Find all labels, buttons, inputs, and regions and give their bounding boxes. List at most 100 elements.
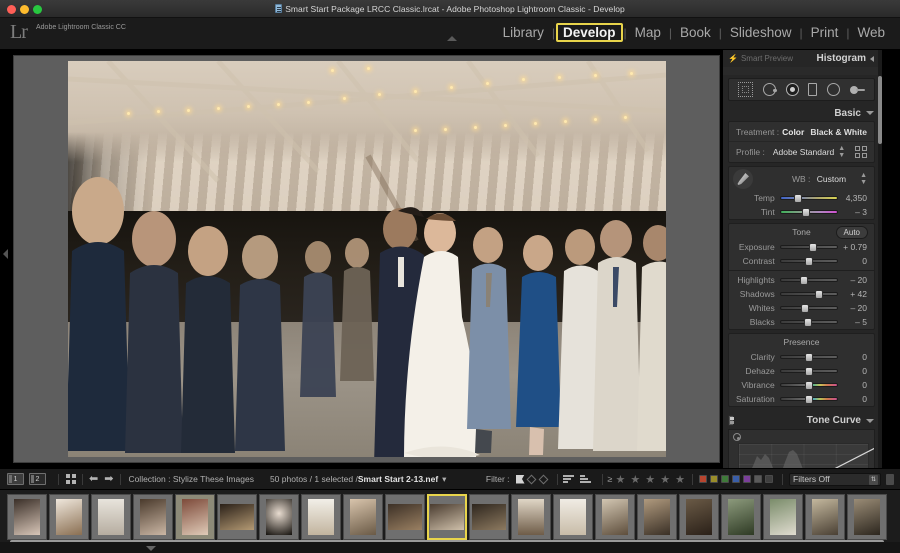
list-item[interactable] xyxy=(511,494,551,540)
color-label-yellow[interactable] xyxy=(710,475,718,483)
graduated-filter-icon[interactable] xyxy=(808,83,818,96)
color-label-blue[interactable] xyxy=(732,475,740,483)
collapse-left-icon[interactable] xyxy=(870,55,874,62)
module-picker[interactable]: Library | Develop | Map | Book | Slidesh… xyxy=(496,23,892,42)
contrast-knob[interactable] xyxy=(804,257,813,266)
module-slideshow[interactable]: Slideshow xyxy=(723,23,799,42)
develop-tool-strip[interactable] xyxy=(728,78,875,101)
tint-knob[interactable] xyxy=(802,208,811,217)
histogram-graph[interactable] xyxy=(723,67,880,75)
flag-picked-icon[interactable] xyxy=(515,474,525,484)
slider-clarity[interactable]: Clarity 0 xyxy=(729,350,874,364)
list-item[interactable] xyxy=(805,494,845,540)
tint-track[interactable] xyxy=(779,208,838,217)
vibrance-track[interactable] xyxy=(779,381,838,390)
list-item[interactable] xyxy=(847,494,887,540)
list-item[interactable] xyxy=(49,494,89,540)
module-print[interactable]: Print xyxy=(804,23,846,42)
module-book[interactable]: Book xyxy=(673,23,718,42)
scrollbar-thumb[interactable] xyxy=(878,76,882,144)
chevron-down-icon[interactable] xyxy=(866,418,874,423)
white-balance-row[interactable]: WB : Custom ▲ ▼ xyxy=(729,167,874,191)
slider-saturation[interactable]: Saturation 0 xyxy=(729,392,874,406)
grid-view-icon[interactable] xyxy=(66,474,76,484)
slider-blacks[interactable]: Blacks – 5 xyxy=(729,315,874,329)
radial-filter-icon[interactable] xyxy=(827,83,841,96)
rating-stars[interactable]: ★ ★ ★ ★ ★ xyxy=(615,473,686,486)
color-label-none[interactable] xyxy=(754,475,762,483)
whites-track[interactable] xyxy=(779,304,838,313)
wb-value[interactable]: Custom xyxy=(817,174,846,184)
profile-value[interactable]: Adobe Standard xyxy=(773,147,834,157)
left-panel-collapsed[interactable] xyxy=(0,50,12,468)
treatment-bw-option[interactable]: Black & White xyxy=(810,127,867,137)
previous-photo-icon[interactable]: ⬅ xyxy=(89,473,98,485)
module-map[interactable]: Map xyxy=(628,23,668,42)
exposure-knob[interactable] xyxy=(809,243,818,252)
list-item[interactable] xyxy=(385,494,425,540)
source-label[interactable]: Collection : Stylize These Images xyxy=(128,474,254,484)
whites-knob[interactable] xyxy=(801,304,810,313)
tone-curve-plot[interactable] xyxy=(738,443,874,468)
contrast-track[interactable] xyxy=(779,257,838,266)
blacks-knob[interactable] xyxy=(803,318,812,327)
left-panel-expand-icon[interactable] xyxy=(3,249,8,259)
spot-removal-icon[interactable] xyxy=(762,83,777,96)
color-label-custom[interactable] xyxy=(765,475,773,483)
list-item[interactable] xyxy=(343,494,383,540)
filename-dropdown-icon[interactable]: ▾ xyxy=(442,474,446,485)
highlights-knob[interactable] xyxy=(800,276,809,285)
wb-stepper-icon[interactable]: ▲ ▼ xyxy=(860,172,867,186)
eyedropper-icon[interactable] xyxy=(733,169,753,189)
dehaze-track[interactable] xyxy=(779,367,838,376)
list-item[interactable] xyxy=(637,494,677,540)
slider-highlights[interactable]: Highlights – 20 xyxy=(729,273,874,287)
saturation-knob[interactable] xyxy=(804,395,813,404)
list-item[interactable] xyxy=(553,494,593,540)
module-develop[interactable]: Develop xyxy=(555,23,623,42)
slider-contrast[interactable]: Contrast 0 xyxy=(729,254,874,268)
temp-knob[interactable] xyxy=(793,194,802,203)
slider-shadows[interactable]: Shadows + 42 xyxy=(729,287,874,301)
next-photo-icon[interactable]: ➡ xyxy=(104,473,113,485)
sort-descending-icon[interactable] xyxy=(579,474,591,484)
slider-temp[interactable]: Temp 4,350 xyxy=(729,191,874,205)
tone-curve-switch-icon[interactable] xyxy=(728,415,734,426)
histogram-header[interactable]: ⚡ Smart Preview Histogram xyxy=(723,50,880,67)
slider-whites[interactable]: Whites – 20 xyxy=(729,301,874,315)
list-item[interactable] xyxy=(217,494,257,540)
temp-track[interactable] xyxy=(779,194,838,203)
list-item[interactable] xyxy=(301,494,341,540)
slider-dehaze[interactable]: Dehaze 0 xyxy=(729,364,874,378)
color-label-green[interactable] xyxy=(721,475,729,483)
highlights-track[interactable] xyxy=(779,276,838,285)
loupe-photo[interactable] xyxy=(67,61,666,457)
targeted-adjustment-icon[interactable] xyxy=(733,433,741,441)
compare-view-button[interactable]: 2 xyxy=(29,473,46,485)
list-item[interactable] xyxy=(133,494,173,540)
loupe-view-button[interactable]: 1 xyxy=(7,473,24,485)
dehaze-knob[interactable] xyxy=(804,367,813,376)
clarity-knob[interactable] xyxy=(804,353,813,362)
exposure-track[interactable] xyxy=(779,243,838,252)
sort-ascending-icon[interactable] xyxy=(562,474,574,484)
flag-unflagged-icon[interactable] xyxy=(526,474,536,484)
rating-operator[interactable]: ≥ xyxy=(608,474,613,484)
top-panel-toggle-icon[interactable] xyxy=(447,36,457,41)
list-item[interactable] xyxy=(763,494,803,540)
list-item[interactable] xyxy=(91,494,131,540)
saturation-track[interactable] xyxy=(779,395,838,404)
flag-rejected-icon[interactable] xyxy=(538,474,548,484)
profile-browser-icon[interactable] xyxy=(855,146,867,158)
red-eye-correction-icon[interactable] xyxy=(785,83,799,96)
auto-tone-button[interactable]: Auto xyxy=(835,226,868,239)
list-item[interactable] xyxy=(721,494,761,540)
shadows-track[interactable] xyxy=(779,290,838,299)
treatment-row[interactable]: Treatment : Color Black & White xyxy=(729,122,874,142)
list-item[interactable] xyxy=(175,494,215,540)
crop-overlay-icon[interactable] xyxy=(737,82,753,97)
chevron-updown-icon[interactable]: ⇅ xyxy=(869,474,878,485)
current-filename[interactable]: Smart Start 2-13.nef xyxy=(358,474,438,484)
chevron-down-icon[interactable] xyxy=(866,111,874,115)
filmstrip-collapse-icon[interactable] xyxy=(146,546,156,551)
